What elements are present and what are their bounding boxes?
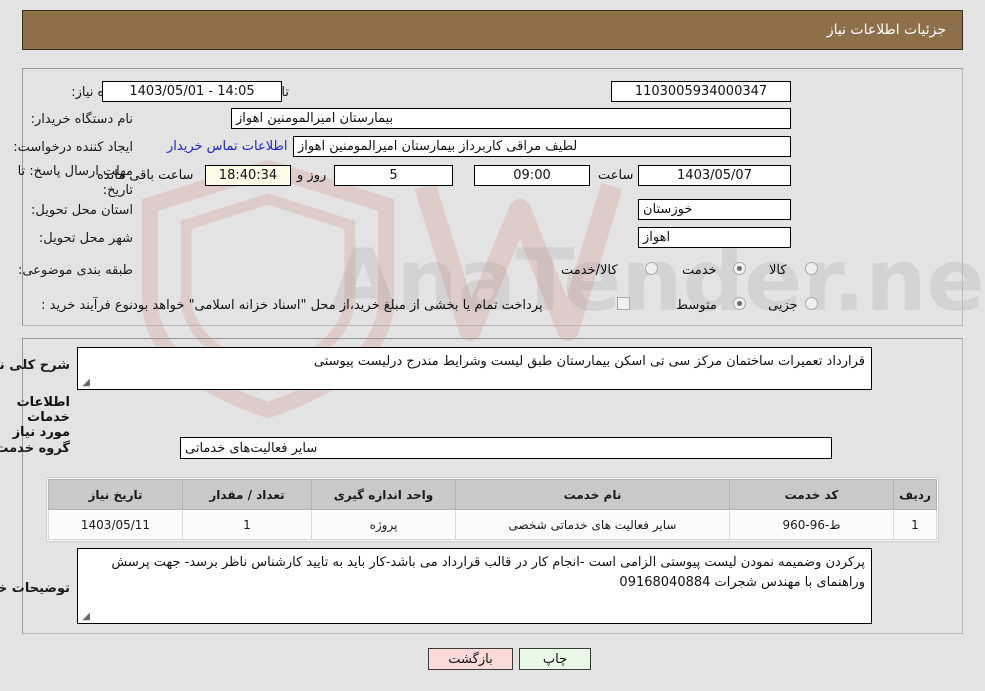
service-group-label: گروه خدمت: bbox=[0, 441, 70, 456]
th-need-date: تاریخ نیاز bbox=[48, 479, 183, 510]
buyer-notes-label: توضیحات خریدار: bbox=[0, 581, 70, 596]
th-quantity: تعداد / مقدار bbox=[182, 479, 312, 510]
request-creator-label: ایجاد کننده درخواست: bbox=[13, 140, 133, 155]
treasury-bonds-label: پرداخت تمام یا بخشی از مبلغ خرید،از محل … bbox=[128, 298, 543, 313]
deadline-countdown-field: 18:40:34 bbox=[205, 165, 291, 186]
category-radio-khedmat[interactable] bbox=[733, 262, 746, 275]
th-service-name: نام خدمت bbox=[455, 479, 730, 510]
overview-text: قرارداد تعمیرات ساختمان مرکز سی تی اسکن … bbox=[313, 354, 865, 369]
category-radio-kala[interactable] bbox=[805, 262, 818, 275]
th-unit: واحد اندازه گیری bbox=[311, 479, 456, 510]
process-label-jozei: جزیی bbox=[768, 298, 798, 313]
page-header: جزئیات اطلاعات نیاز bbox=[22, 10, 963, 50]
cell-service-name: سایر فعالیت های خدماتی شخصی bbox=[455, 509, 730, 540]
page-root: AnaTender.net جزئیات اطلاعات نیاز شماره … bbox=[0, 0, 985, 691]
delivery-province-field[interactable]: خوزستان bbox=[638, 199, 791, 220]
process-type-label: نوع فرآیند خرید : bbox=[41, 298, 133, 313]
category-label-kala-khedmat: کالا/خدمت bbox=[561, 263, 618, 278]
page-title: جزئیات اطلاعات نیاز bbox=[826, 22, 946, 38]
overview-label: شرح کلی نیاز: bbox=[0, 358, 70, 373]
cell-quantity: 1 bbox=[182, 509, 312, 540]
buyer-notes-text: پرکردن وضمیمه نمودن لیست پیوستی الزامی ا… bbox=[111, 555, 865, 590]
deadline-days-field[interactable]: 5 bbox=[334, 165, 453, 186]
resize-grip-icon[interactable]: ◢ bbox=[80, 612, 90, 622]
category-label: طبقه بندی موضوعی: bbox=[17, 263, 133, 278]
cell-index: 1 bbox=[893, 509, 937, 540]
print-button[interactable]: چاپ bbox=[519, 648, 591, 670]
deadline-date-field[interactable]: 1403/05/07 bbox=[638, 165, 791, 186]
th-service-code: کد خدمت bbox=[729, 479, 894, 510]
deadline-time-field[interactable]: 09:00 bbox=[474, 165, 590, 186]
cell-unit: پروژه bbox=[311, 509, 456, 540]
delivery-city-field[interactable]: اهواز bbox=[638, 227, 791, 248]
table-header-row: ردیف کد خدمت نام خدمت واحد اندازه گیری ت… bbox=[48, 479, 937, 510]
top-info-panel bbox=[22, 68, 963, 326]
process-label-motevaset: متوسط bbox=[676, 298, 717, 313]
process-radio-jozei[interactable] bbox=[805, 297, 818, 310]
service-group-field[interactable]: سایر فعالیت‌های خدماتی bbox=[180, 437, 832, 459]
cell-need-date: 1403/05/11 bbox=[48, 509, 183, 540]
deadline-countdown-suffix: ساعت باقی مانده bbox=[97, 168, 194, 183]
category-label-khedmat: خدمت bbox=[682, 263, 717, 278]
table-row[interactable]: 1 ط-96-960 سایر فعالیت های خدماتی شخصی پ… bbox=[48, 509, 937, 540]
treasury-bonds-checkbox[interactable] bbox=[617, 297, 630, 310]
deadline-days-suffix: روز و bbox=[297, 168, 327, 183]
cell-service-code: ط-96-960 bbox=[729, 509, 894, 540]
buyer-org-label: نام دستگاه خریدار: bbox=[30, 112, 133, 127]
back-button[interactable]: بازگشت bbox=[428, 648, 513, 670]
announce-datetime-field[interactable]: 1403/05/01 - 14:05 bbox=[102, 81, 282, 102]
services-section-title: اطلاعات خدمات مورد نیاز bbox=[12, 395, 70, 440]
resize-grip-icon[interactable]: ◢ bbox=[80, 378, 90, 388]
overview-textarea[interactable]: قرارداد تعمیرات ساختمان مرکز سی تی اسکن … bbox=[77, 347, 872, 390]
buyer-org-field[interactable]: بیمارستان امیرالمومنین اهواز bbox=[231, 108, 791, 129]
request-creator-field[interactable]: لطیف مراقی کاربرداز بیمارستان امیرالمومن… bbox=[293, 136, 791, 157]
need-number-field[interactable]: 1103005934000347 bbox=[611, 81, 791, 102]
services-table-wrap: ردیف کد خدمت نام خدمت واحد اندازه گیری ت… bbox=[46, 477, 939, 542]
deadline-time-label: ساعت bbox=[598, 168, 634, 183]
category-radio-kala-khedmat[interactable] bbox=[645, 262, 658, 275]
category-label-kala: کالا bbox=[769, 263, 787, 278]
th-index: ردیف bbox=[893, 479, 937, 510]
delivery-province-label: استان محل تحویل: bbox=[31, 203, 133, 218]
buyer-contact-link[interactable]: اطلاعات تماس خریدار bbox=[167, 139, 287, 154]
buyer-notes-textarea[interactable]: پرکردن وضمیمه نمودن لیست پیوستی الزامی ا… bbox=[77, 548, 872, 624]
process-radio-motevaset[interactable] bbox=[733, 297, 746, 310]
delivery-city-label: شهر محل تحویل: bbox=[38, 231, 133, 246]
services-table: ردیف کد خدمت نام خدمت واحد اندازه گیری ت… bbox=[48, 479, 937, 540]
